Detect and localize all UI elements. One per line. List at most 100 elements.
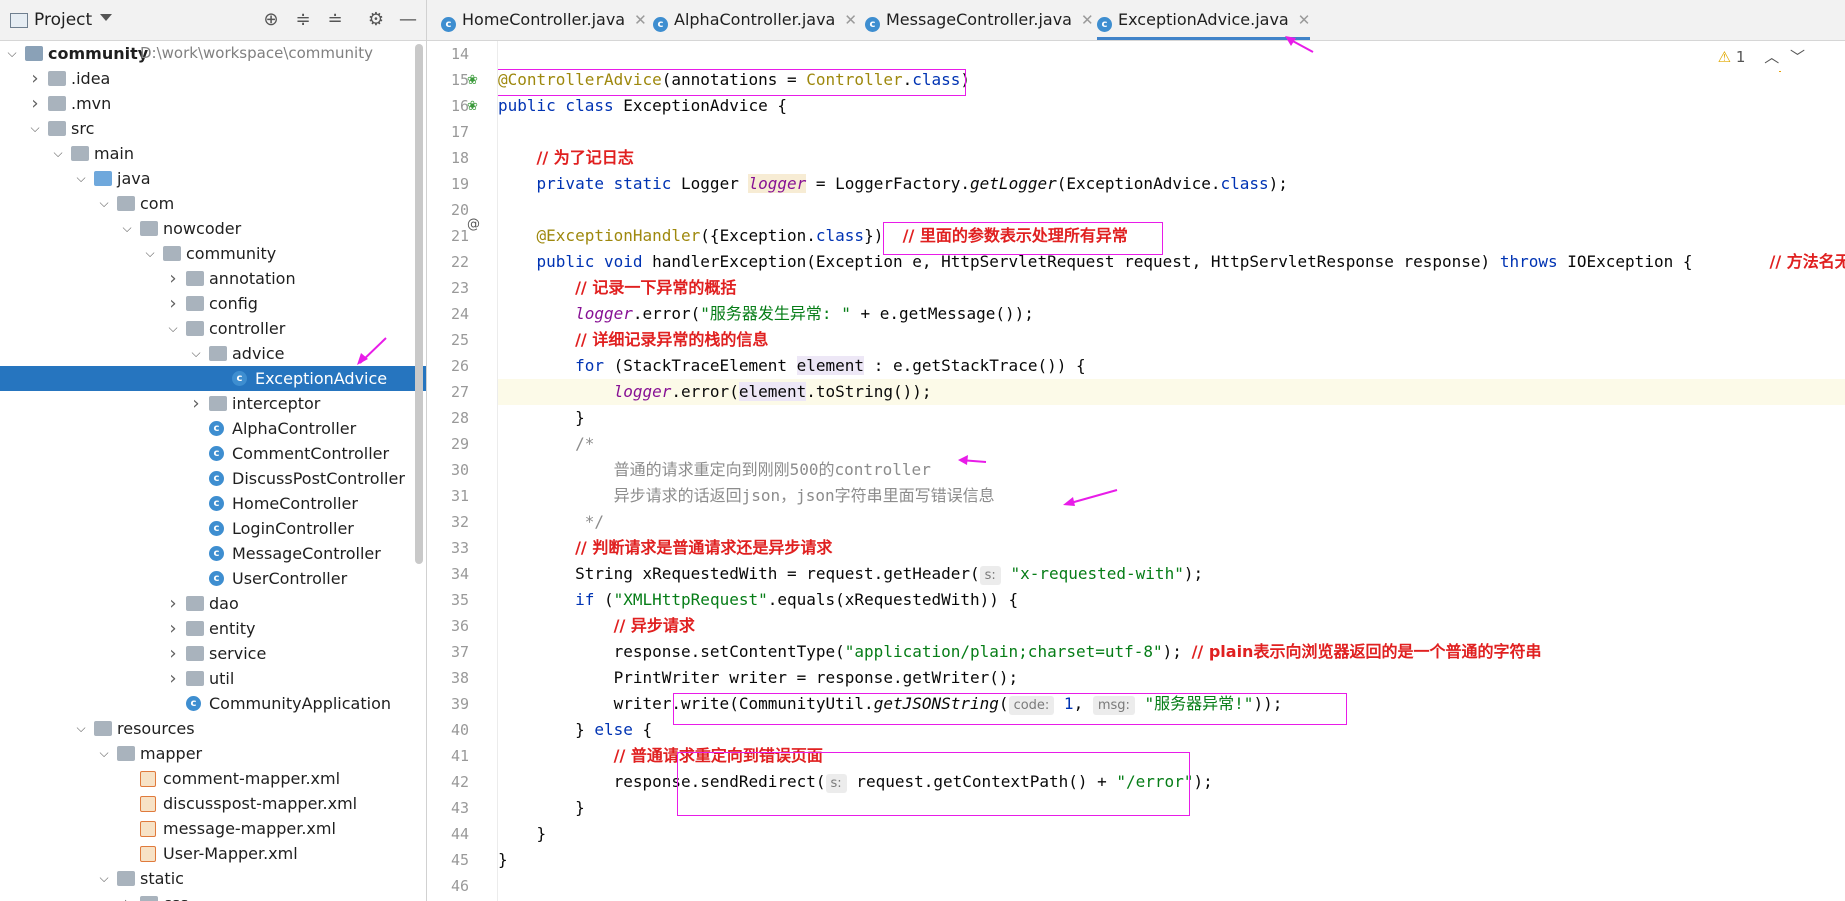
annotation-box xyxy=(498,69,966,96)
chevron-down-icon[interactable]: ⌵ xyxy=(120,216,134,241)
code-line-22[interactable]: public void handlerException(Exception e… xyxy=(498,249,1845,275)
tree-item[interactable]: › config xyxy=(0,291,426,316)
project-panel-title[interactable]: Project xyxy=(34,0,92,40)
code-line-23[interactable]: // 记录一下异常的概括 xyxy=(498,275,1845,301)
code-line-37[interactable]: response.setContentType("application/pla… xyxy=(498,639,1845,665)
project-view-icon xyxy=(10,13,28,28)
chevron-down-icon[interactable]: ⌵ xyxy=(74,716,88,741)
code-line-44[interactable]: } xyxy=(498,821,1845,847)
tree-item[interactable]: › annotation xyxy=(0,266,426,291)
tree-item[interactable]: › service xyxy=(0,641,426,666)
tree-item[interactable]: c AlphaController xyxy=(0,416,426,441)
chevron-down-icon[interactable]: ⌵ xyxy=(166,316,180,341)
tree-item[interactable]: › entity xyxy=(0,616,426,641)
chevron-right-icon[interactable]: › xyxy=(28,66,42,91)
class-icon: c xyxy=(653,17,668,32)
tree-item[interactable]: message-mapper.xml xyxy=(0,816,426,841)
tree-item[interactable]: c UserController xyxy=(0,566,426,591)
tree-item[interactable]: User-Mapper.xml xyxy=(0,841,426,866)
code-line-35[interactable]: if ("XMLHttpRequest".equals(xRequestedWi… xyxy=(498,587,1845,613)
tree-item[interactable]: › .idea xyxy=(0,66,426,91)
code-line-27[interactable]: logger.error(element.toString()); xyxy=(498,379,1845,405)
close-icon[interactable]: ✕ xyxy=(1298,11,1311,29)
tree-item[interactable]: › dao xyxy=(0,591,426,616)
code-line-31[interactable]: 异步请求的话返回json，json字符串里面写错误信息 xyxy=(498,483,1845,509)
tree-item-selected[interactable]: c ExceptionAdvice xyxy=(0,366,426,391)
tree-item[interactable]: ⌵ java xyxy=(0,166,426,191)
collapse-all-icon[interactable]: ≐ xyxy=(325,10,345,30)
tree-item[interactable]: ⌵ mapper xyxy=(0,741,426,766)
chevron-down-icon[interactable]: ⌵ xyxy=(143,241,157,266)
code-line-34[interactable]: String xRequestedWith = request.getHeade… xyxy=(498,561,1845,587)
code-line-25[interactable]: // 详细记录异常的栈的信息 xyxy=(498,327,1845,353)
code-line-45[interactable]: } xyxy=(498,847,1845,873)
code-line-32[interactable]: */ xyxy=(498,509,1845,535)
minimize-icon[interactable]: — xyxy=(398,10,418,30)
tree-item[interactable]: › util xyxy=(0,666,426,691)
tree-item[interactable]: c CommentController xyxy=(0,441,426,466)
chevron-down-icon[interactable] xyxy=(100,14,112,21)
code-line-38[interactable]: PrintWriter writer = response.getWriter(… xyxy=(498,665,1845,691)
code-line-30[interactable]: 普通的请求重定向到刚刚500的controller xyxy=(498,457,1845,483)
chevron-down-icon[interactable]: ⌵ xyxy=(74,166,88,191)
chevron-right-icon[interactable]: › xyxy=(28,91,42,116)
chevron-right-icon[interactable]: › xyxy=(166,666,180,691)
chevron-down-icon[interactable]: ⌵ xyxy=(5,41,19,66)
chevron-right-icon[interactable]: › xyxy=(166,291,180,316)
code-token: throws xyxy=(1499,252,1568,271)
tree-item[interactable]: c MessageController xyxy=(0,541,426,566)
tree-item[interactable]: ⌵ com xyxy=(0,191,426,216)
code-line-36[interactable]: // 异步请求 xyxy=(498,613,1845,639)
code-line-21[interactable]: @ExceptionHandler({Exception.class}) // … xyxy=(498,223,1845,249)
tree-item[interactable]: comment-mapper.xml xyxy=(0,766,426,791)
code-line-18[interactable]: // 为了记日志 xyxy=(498,145,1845,171)
tree-item[interactable]: ⌵ resources xyxy=(0,716,426,741)
code-line-26[interactable]: for (StackTraceElement element : e.getSt… xyxy=(498,353,1845,379)
code-area[interactable]: @ControllerAdvice(annotations = Controll… xyxy=(498,41,1845,901)
chevron-down-icon[interactable]: ⌵ xyxy=(189,341,203,366)
tree-item[interactable]: c HomeController xyxy=(0,491,426,516)
tab-exception-advice[interactable]: c ExceptionAdvice.java ✕ xyxy=(1097,0,1311,40)
locate-file-icon[interactable]: ⊕ xyxy=(261,10,281,30)
close-icon[interactable]: ✕ xyxy=(844,11,857,29)
tree-item[interactable]: discusspost-mapper.xml xyxy=(0,791,426,816)
tree-item[interactable]: ⌵ community xyxy=(0,241,426,266)
tree-item[interactable]: c DiscussPostController xyxy=(0,466,426,491)
chevron-down-icon[interactable]: ⌵ xyxy=(97,741,111,766)
tab-message-controller[interactable]: c MessageController.java ✕ xyxy=(865,0,1094,40)
chevron-right-icon[interactable]: › xyxy=(166,591,180,616)
tab-home-controller[interactable]: c HomeController.java ✕ xyxy=(441,0,647,40)
tree-item[interactable]: c CommunityApplication xyxy=(0,691,426,716)
chevron-down-icon[interactable]: ⌵ xyxy=(97,191,111,216)
chevron-right-icon[interactable]: › xyxy=(120,891,134,901)
tree-item[interactable]: ⌵ community D:\work\workspace\community xyxy=(0,41,426,66)
expand-all-icon[interactable]: ≑ xyxy=(293,10,313,30)
tab-alpha-controller[interactable]: c AlphaController.java ✕ xyxy=(653,0,857,40)
tree-item[interactable]: c LoginController xyxy=(0,516,426,541)
tree-item[interactable]: ⌵ src xyxy=(0,116,426,141)
tree-item[interactable]: › .mvn xyxy=(0,91,426,116)
code-line-28[interactable]: } xyxy=(498,405,1845,431)
tree-item[interactable]: ⌵ static xyxy=(0,866,426,891)
tree-item[interactable]: ⌵ main xyxy=(0,141,426,166)
gear-icon[interactable]: ⚙ xyxy=(366,10,386,30)
tree-item[interactable]: › interceptor xyxy=(0,391,426,416)
code-line-16[interactable]: public class ExceptionAdvice { xyxy=(498,93,1845,119)
chevron-right-icon[interactable]: › xyxy=(166,616,180,641)
close-icon[interactable]: ✕ xyxy=(1081,11,1094,29)
scrollbar-thumb[interactable] xyxy=(415,44,423,564)
code-line-33[interactable]: // 判断请求是普通请求还是异步请求 xyxy=(498,535,1845,561)
chevron-right-icon[interactable]: › xyxy=(166,266,180,291)
code-token: }) xyxy=(864,226,884,245)
code-line-29[interactable]: /* xyxy=(498,431,1845,457)
code-line-24[interactable]: logger.error("服务器发生异常: " + e.getMessage(… xyxy=(498,301,1845,327)
code-line-19[interactable]: private static Logger logger = LoggerFac… xyxy=(498,171,1845,197)
chevron-down-icon[interactable]: ⌵ xyxy=(51,141,65,166)
chevron-right-icon[interactable]: › xyxy=(189,391,203,416)
tree-item[interactable]: › css xyxy=(0,891,426,901)
chevron-down-icon[interactable]: ⌵ xyxy=(97,866,111,891)
close-icon[interactable]: ✕ xyxy=(634,11,647,29)
chevron-right-icon[interactable]: › xyxy=(166,641,180,666)
chevron-down-icon[interactable]: ⌵ xyxy=(28,116,42,141)
tree-item[interactable]: ⌵ nowcoder xyxy=(0,216,426,241)
